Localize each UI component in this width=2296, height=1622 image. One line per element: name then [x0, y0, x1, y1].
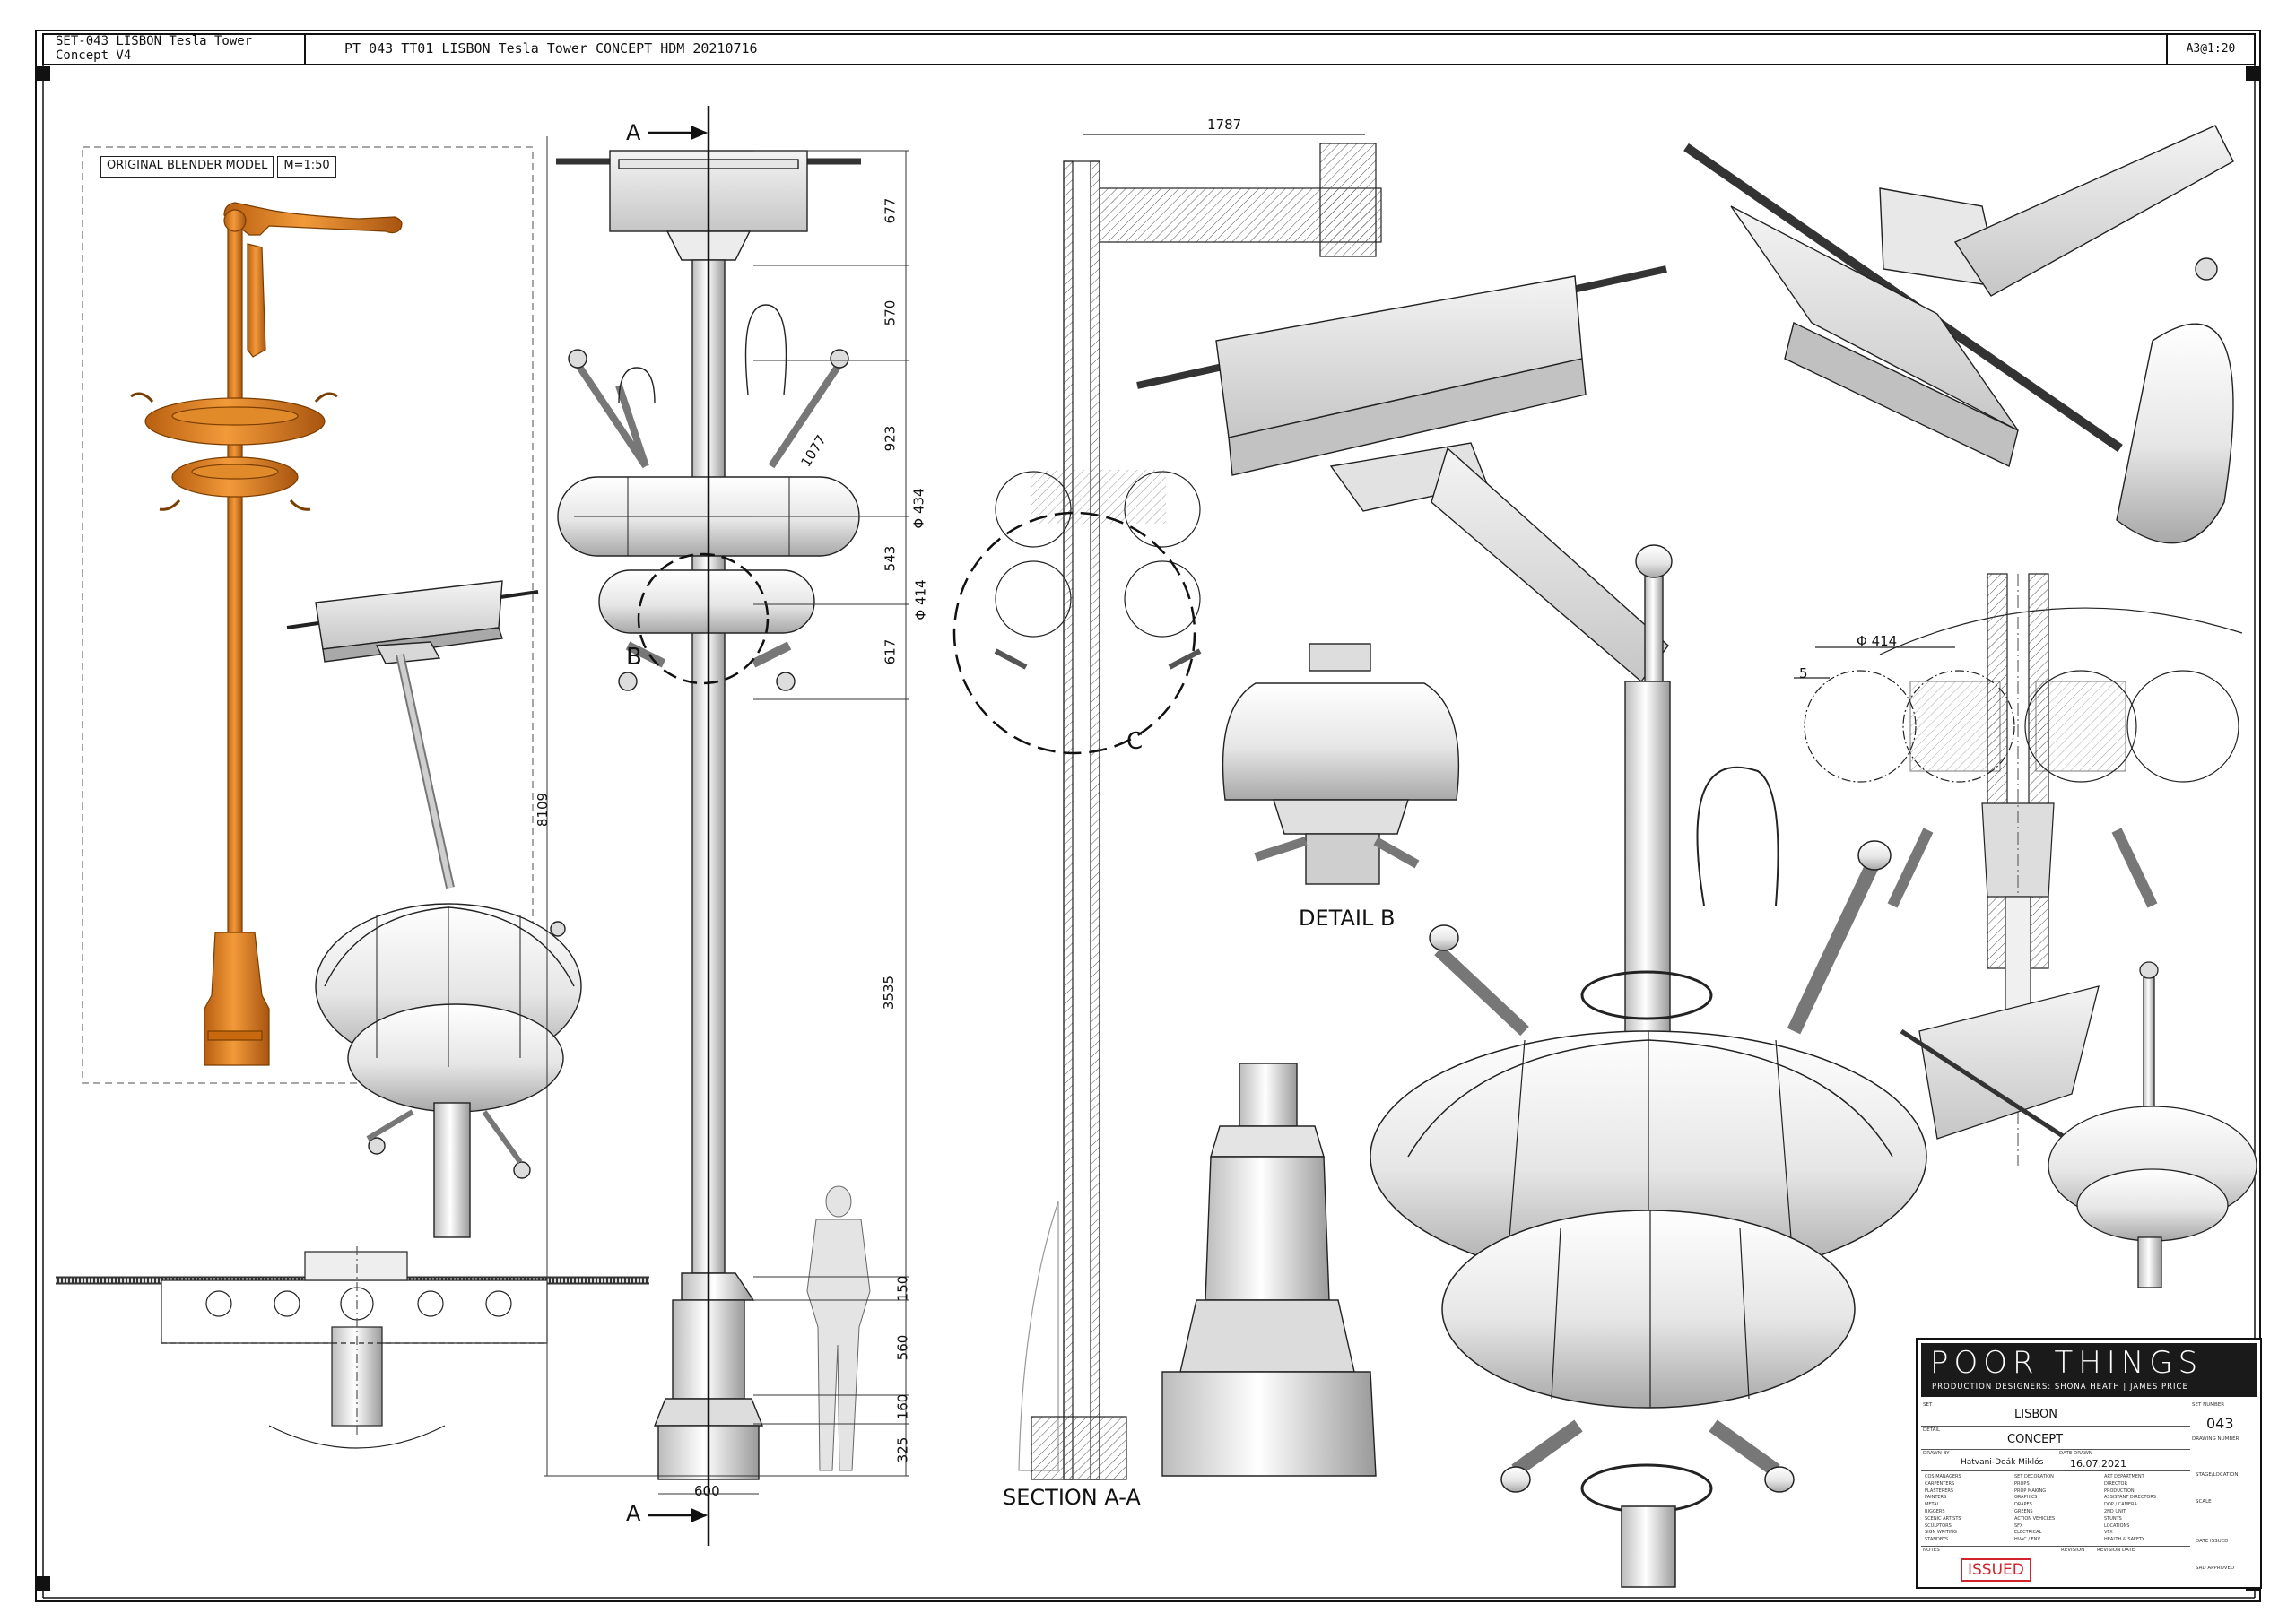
- detail-dim-phi414: Φ 414: [1857, 633, 1898, 649]
- cut-marker-top: A: [626, 120, 641, 145]
- dim-160: 160: [894, 1393, 911, 1420]
- tb-department: SFX: [2014, 1522, 2023, 1529]
- sheet-scale: A3@1:20: [2186, 41, 2236, 56]
- drawing-sheet: SET-043 LISBON Tesla Tower Concept V4 PT…: [0, 0, 2296, 1622]
- dim-325: 325: [894, 1436, 911, 1463]
- tb-department: PROPS: [2014, 1480, 2030, 1487]
- cut-marker-bottom: A: [626, 1501, 641, 1526]
- tb-department: SET DECORATION: [2014, 1474, 2054, 1479]
- tb-department: PROP MAKING: [2014, 1488, 2047, 1494]
- tb-date-drawn: 16.07.2021: [2070, 1458, 2126, 1470]
- tb-revision-label: REVISION: [2061, 1548, 2085, 1553]
- small-iso-model: [286, 580, 582, 1238]
- dim-150: 150: [894, 1275, 911, 1302]
- tb-department: HEALTH & SAFETY: [2104, 1537, 2145, 1543]
- tb-department: GRAPHICS: [2014, 1495, 2038, 1501]
- tb-department: COS MANAGERS: [1925, 1474, 1961, 1479]
- tb-notes-label: NOTES: [1923, 1548, 1940, 1553]
- tb-department: CARPENTERS: [1925, 1480, 1955, 1487]
- tb-stage-label: STAGE/LOCATION: [2196, 1472, 2239, 1478]
- section-title: SECTION A-A: [1003, 1485, 1141, 1510]
- tb-department: ART DEPARTMENT: [2104, 1474, 2144, 1479]
- tb-date-drawn-label: DATE DRAWN: [2059, 1451, 2092, 1456]
- tb-row-detail: [1921, 1426, 2190, 1427]
- detail-dim-5: 5: [1799, 665, 1808, 681]
- tb-department: DOP / CAMERA: [2104, 1502, 2137, 1508]
- tb-sad-approved-label: SAD APPROVED: [2196, 1566, 2235, 1571]
- small-iso-model-right: [1900, 961, 2257, 1288]
- tb-department: PAINTERS: [1925, 1495, 1947, 1501]
- tb-department: HVAC / ENV.: [2014, 1537, 2041, 1543]
- tb-department: ASSISTANT DIRECTORS: [2104, 1495, 2156, 1501]
- tb-date-issued-label: DATE ISSUED: [2196, 1539, 2229, 1544]
- tb-detail-value: CONCEPT: [2007, 1433, 2064, 1446]
- tb-set-label: SET: [1923, 1402, 1933, 1408]
- production-designers: PRODUCTION DESIGNERS: SHONA HEATH | JAME…: [1932, 1383, 2188, 1392]
- tb-set-number-label: SET NUMBER: [2192, 1402, 2225, 1408]
- tb-set-number: 043: [2206, 1415, 2234, 1432]
- base-closeup: [1161, 1063, 1377, 1477]
- production-title: POOR THINGS: [1930, 1345, 2204, 1381]
- dim-617: 617: [882, 638, 899, 665]
- tb-drawn-by-label: DRAWN BY: [1923, 1451, 1950, 1456]
- detail-b-marker: B: [626, 644, 642, 671]
- tb-department: GREENS: [2014, 1509, 2033, 1514]
- tb-department: DIRECTOR: [2104, 1480, 2127, 1487]
- tb-set-value: LISBON: [2014, 1408, 2057, 1421]
- tb-department: STUNTS: [2104, 1515, 2122, 1522]
- blender-model-tag: ORIGINAL BLENDER MODEL M=1:50: [100, 156, 336, 178]
- tb-department: RIGGERS: [1925, 1509, 1945, 1514]
- dim-923: 923: [882, 425, 899, 452]
- dim-570: 570: [882, 299, 899, 326]
- tb-department: SCENIC ARTISTS: [1925, 1515, 1961, 1522]
- tb-row-notes: [1921, 1546, 2190, 1547]
- tb-department: 2ND UNIT: [2104, 1509, 2126, 1514]
- detail-b-drawing: [1222, 643, 1460, 885]
- tb-department: METAL: [1925, 1502, 1940, 1508]
- tb-department: PRODUCTION: [2104, 1488, 2135, 1494]
- dim-1787: 1787: [1207, 117, 1242, 133]
- tb-row-drawn: [1921, 1449, 2190, 1450]
- tb-department: ELECTRICAL: [2014, 1530, 2042, 1536]
- tb-drawn-by: Hatvani-Deák Miklós: [1961, 1458, 2044, 1467]
- issued-stamp: ISSUED: [1961, 1558, 2031, 1582]
- dim-phi414: Φ 414: [912, 579, 929, 620]
- human-scale-figure: [806, 1185, 871, 1471]
- tb-scale-label: SCALE: [2196, 1499, 2212, 1505]
- set-reference: SET-043 LISBON Tesla Tower Concept V4: [56, 34, 253, 63]
- file-name: PT_043_TT01_LISBON_Tesla_Tower_CONCEPT_H…: [344, 40, 758, 56]
- tb-department: LOCATIONS: [2104, 1522, 2130, 1529]
- tb-department: SCULPTORS: [1925, 1522, 1952, 1529]
- blender-model-label: ORIGINAL BLENDER MODEL: [100, 156, 274, 178]
- detail-c-marker: C: [1126, 728, 1144, 755]
- dim-8109: 8109: [535, 792, 552, 828]
- dim-560: 560: [894, 1334, 911, 1361]
- dim-3535: 3535: [881, 975, 898, 1010]
- dim-phi434: Φ 434: [910, 488, 927, 529]
- tb-department: ACTION VEHICLES: [2014, 1515, 2056, 1522]
- plan-view: [56, 1246, 649, 1449]
- bracket-closeup-iso: [1683, 125, 2234, 544]
- tb-revision-date-label: REVISION DATE: [2097, 1548, 2135, 1553]
- tb-department: PLASTERERS: [1925, 1488, 1954, 1494]
- tb-department: VFX: [2104, 1530, 2113, 1536]
- tb-department: STANDBYS: [1925, 1537, 1949, 1543]
- dim-677: 677: [882, 197, 899, 224]
- tb-drawing-number-label: DRAWING NUMBER: [2192, 1436, 2239, 1442]
- tb-department: SIGN WRITING: [1925, 1530, 1957, 1536]
- tb-row-depts: [1921, 1470, 2190, 1471]
- tb-department: DRAPES: [2014, 1502, 2032, 1508]
- detail-b-title: DETAIL B: [1299, 906, 1396, 931]
- title-block-logo: POOR THINGS PRODUCTION DESIGNERS: SHONA …: [1921, 1343, 2257, 1397]
- title-block: POOR THINGS PRODUCTION DESIGNERS: SHONA …: [1916, 1338, 2262, 1589]
- tb-detail-label: DETAIL: [1923, 1427, 1941, 1433]
- dim-600: 600: [694, 1483, 720, 1499]
- dim-543: 543: [882, 545, 899, 572]
- blender-model-scale: M=1:50: [277, 156, 336, 178]
